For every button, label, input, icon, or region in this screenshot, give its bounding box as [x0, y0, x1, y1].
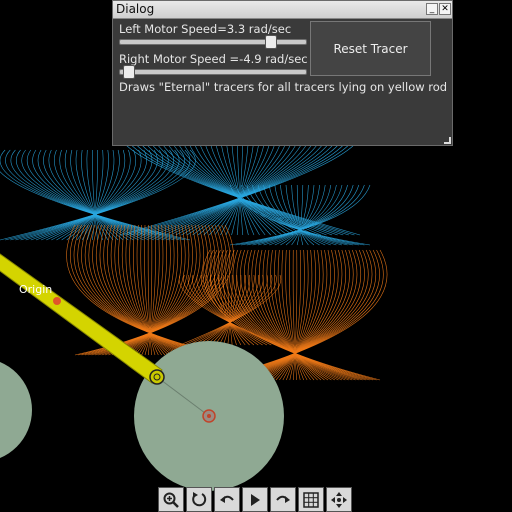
undo-icon: [220, 495, 234, 503]
play-button[interactable]: [242, 487, 268, 512]
left-motor-slider-thumb[interactable]: [265, 35, 277, 49]
redo-icon: [276, 495, 290, 503]
right-motor-slider[interactable]: [119, 65, 307, 79]
right-motor-slider-thumb[interactable]: [123, 65, 135, 79]
move-icon: [331, 491, 347, 508]
move-button[interactable]: [326, 487, 352, 512]
grid-button[interactable]: [298, 487, 324, 512]
grid-icon: [303, 491, 319, 508]
left-motor-slider[interactable]: [119, 35, 307, 49]
bottom-toolbar: [158, 487, 356, 512]
zoom-button[interactable]: [158, 487, 184, 512]
left-wheel[interactable]: [0, 358, 32, 462]
close-button[interactable]: ✕: [439, 3, 451, 15]
dialog-titlebar[interactable]: Dialog _ ✕: [113, 1, 452, 19]
resize-grip-icon[interactable]: [444, 137, 451, 144]
dialog-window: Dialog _ ✕ Left Motor Speed=3.3 rad/sec …: [112, 0, 453, 146]
wheel-axle-center: [207, 414, 211, 418]
zoom-icon: [163, 492, 179, 508]
rotate-icon: [192, 491, 207, 506]
dialog-description: Draws "Eternal" tracers for all tracers …: [119, 80, 448, 94]
rotate-button[interactable]: [186, 487, 212, 512]
redo-button[interactable]: [270, 487, 296, 512]
rod-joint[interactable]: [149, 369, 165, 385]
reset-tracer-button[interactable]: Reset Tracer: [310, 21, 431, 76]
undo-button[interactable]: [214, 487, 240, 512]
play-icon: [251, 493, 260, 506]
dialog-title: Dialog: [116, 2, 155, 16]
origin-label: Origin: [19, 283, 53, 296]
right-motor-label: Right Motor Speed =-4.9 rad/sec: [119, 52, 308, 66]
minimize-button[interactable]: _: [426, 3, 438, 15]
left-motor-label: Left Motor Speed=3.3 rad/sec: [119, 22, 292, 36]
origin-dot[interactable]: [53, 297, 61, 305]
